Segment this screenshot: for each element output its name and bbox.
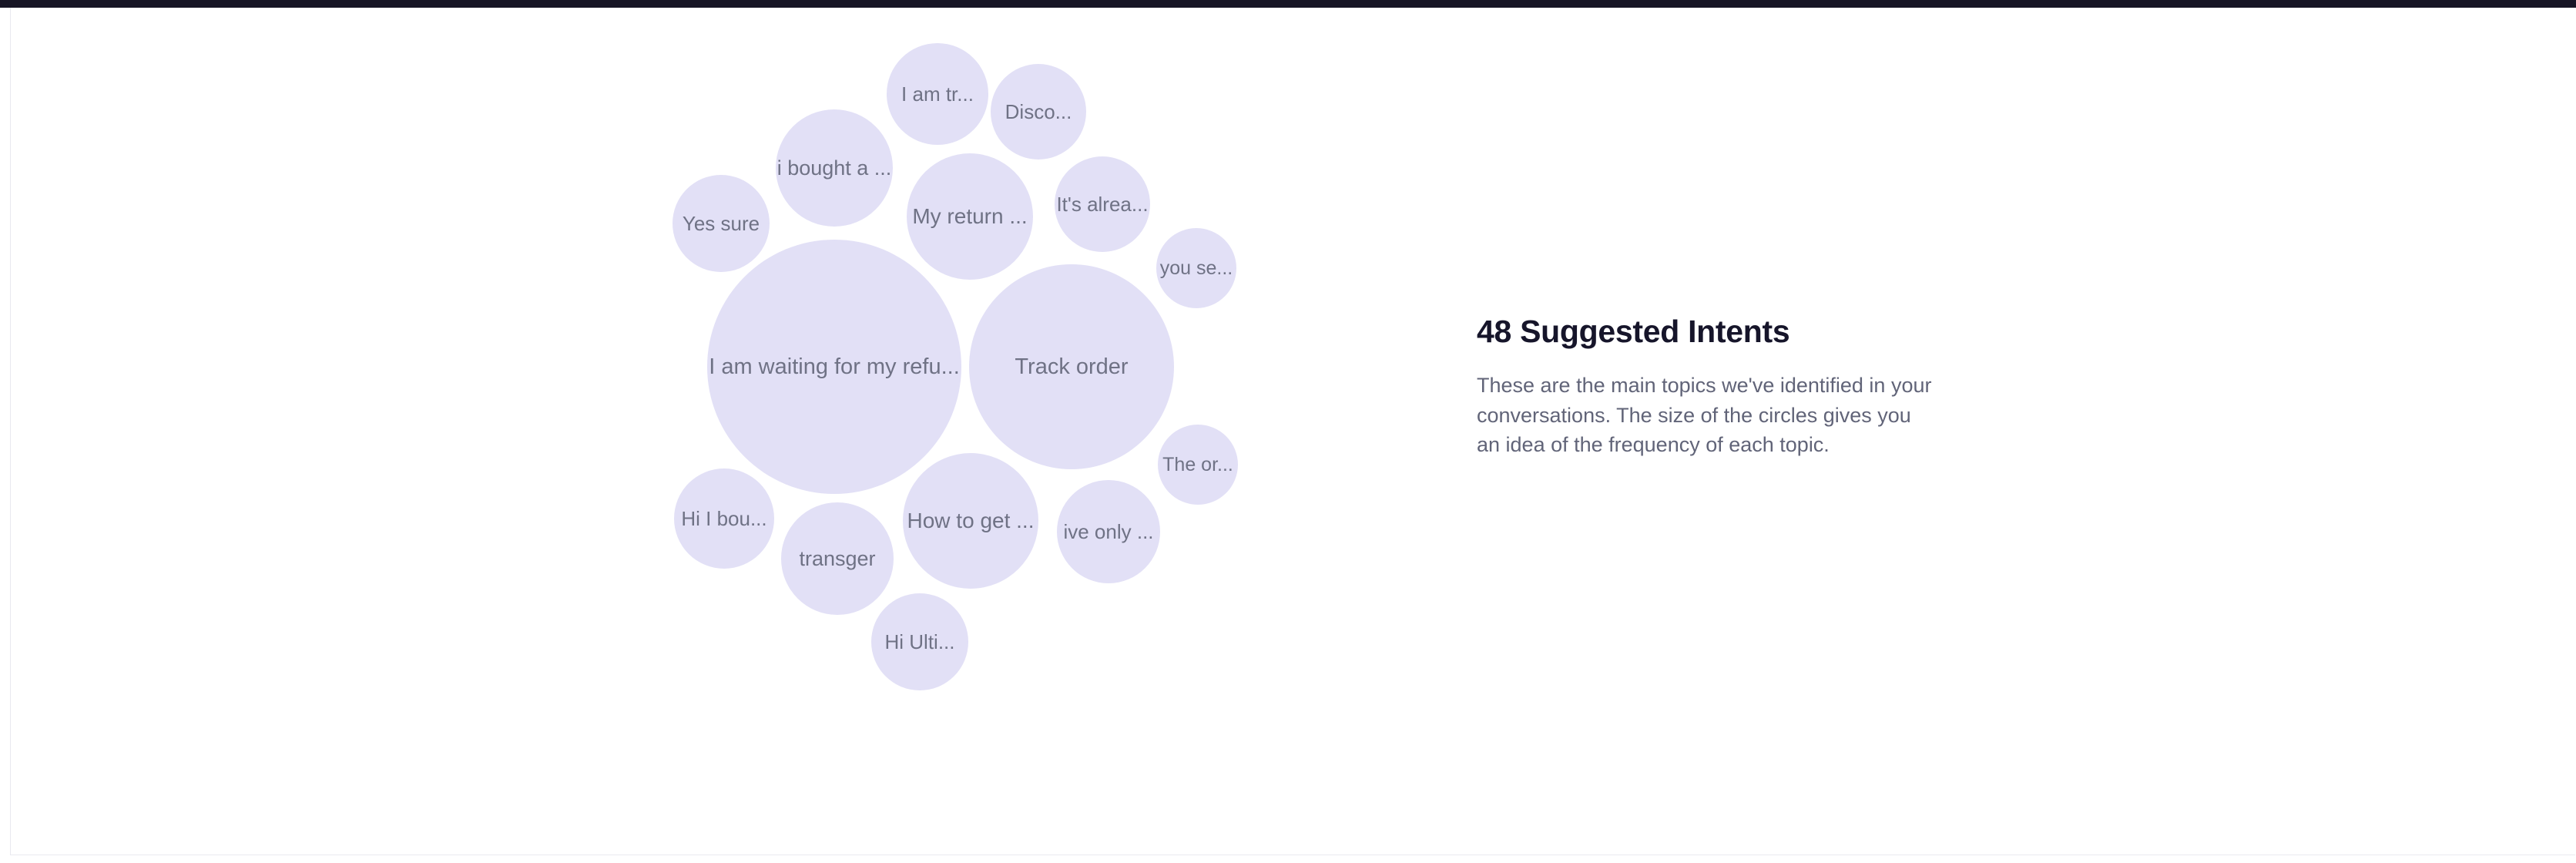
intent-bubble-label: How to get ... [907,509,1035,532]
intent-bubble[interactable]: Disco... [991,64,1086,160]
intent-bubble[interactable]: How to get ... [903,453,1038,589]
intent-bubble[interactable]: Track order [969,264,1174,469]
intent-bubble[interactable]: Hi Ulti... [871,593,968,690]
intent-bubble-label: i bought a ... [776,156,892,180]
suggested-intents-bubble-chart: I am tr... Disco... i bought a ... Yes sure… [11,8,1397,778]
app-top-bar [0,0,2576,8]
intent-bubble[interactable]: It's alrea... [1055,156,1150,252]
intent-bubble[interactable]: i bought a ... [776,109,893,227]
intent-bubble[interactable]: Hi I bou... [674,468,774,569]
intent-bubble-label: ive only ... [1063,520,1154,543]
intent-bubble[interactable]: The or... [1158,425,1238,505]
intent-bubble-label: you se... [1159,257,1233,279]
intent-bubble-label: Track order [1015,354,1129,379]
intent-bubble[interactable]: transger [781,502,894,615]
intent-bubble-label: I am tr... [901,82,974,106]
intent-bubble-label: transger [799,546,876,570]
intent-bubble[interactable]: My return ... [907,153,1033,280]
intent-bubble[interactable]: I am waiting for my refu... [707,240,961,494]
intent-bubble-label: Hi Ulti... [884,630,955,653]
intent-bubble-label: Hi I bou... [681,507,767,530]
intent-bubble-label: Disco... [1005,100,1072,123]
intent-bubble[interactable]: I am tr... [887,43,988,145]
page-title: 48 Suggested Intents [1477,314,1790,349]
intent-bubble-label: I am waiting for my refu... [709,354,960,379]
intent-bubble[interactable]: ive only ... [1057,480,1160,583]
page-description: These are the main topics we've identifi… [1477,374,1932,456]
content-panel: I am tr... Disco... i bought a ... Yes sure… [10,8,2575,855]
intent-bubble-label: My return ... [912,204,1028,228]
intent-bubble-label: The or... [1162,453,1233,475]
intent-bubble[interactable]: you se... [1156,228,1236,308]
intent-bubble-label: It's alrea... [1056,193,1149,216]
intent-bubble-label: Yes sure [682,212,760,235]
intents-info-panel: 48 Suggested Intents These are the main … [1477,313,1970,459]
intent-bubble[interactable]: Yes sure [673,175,770,272]
